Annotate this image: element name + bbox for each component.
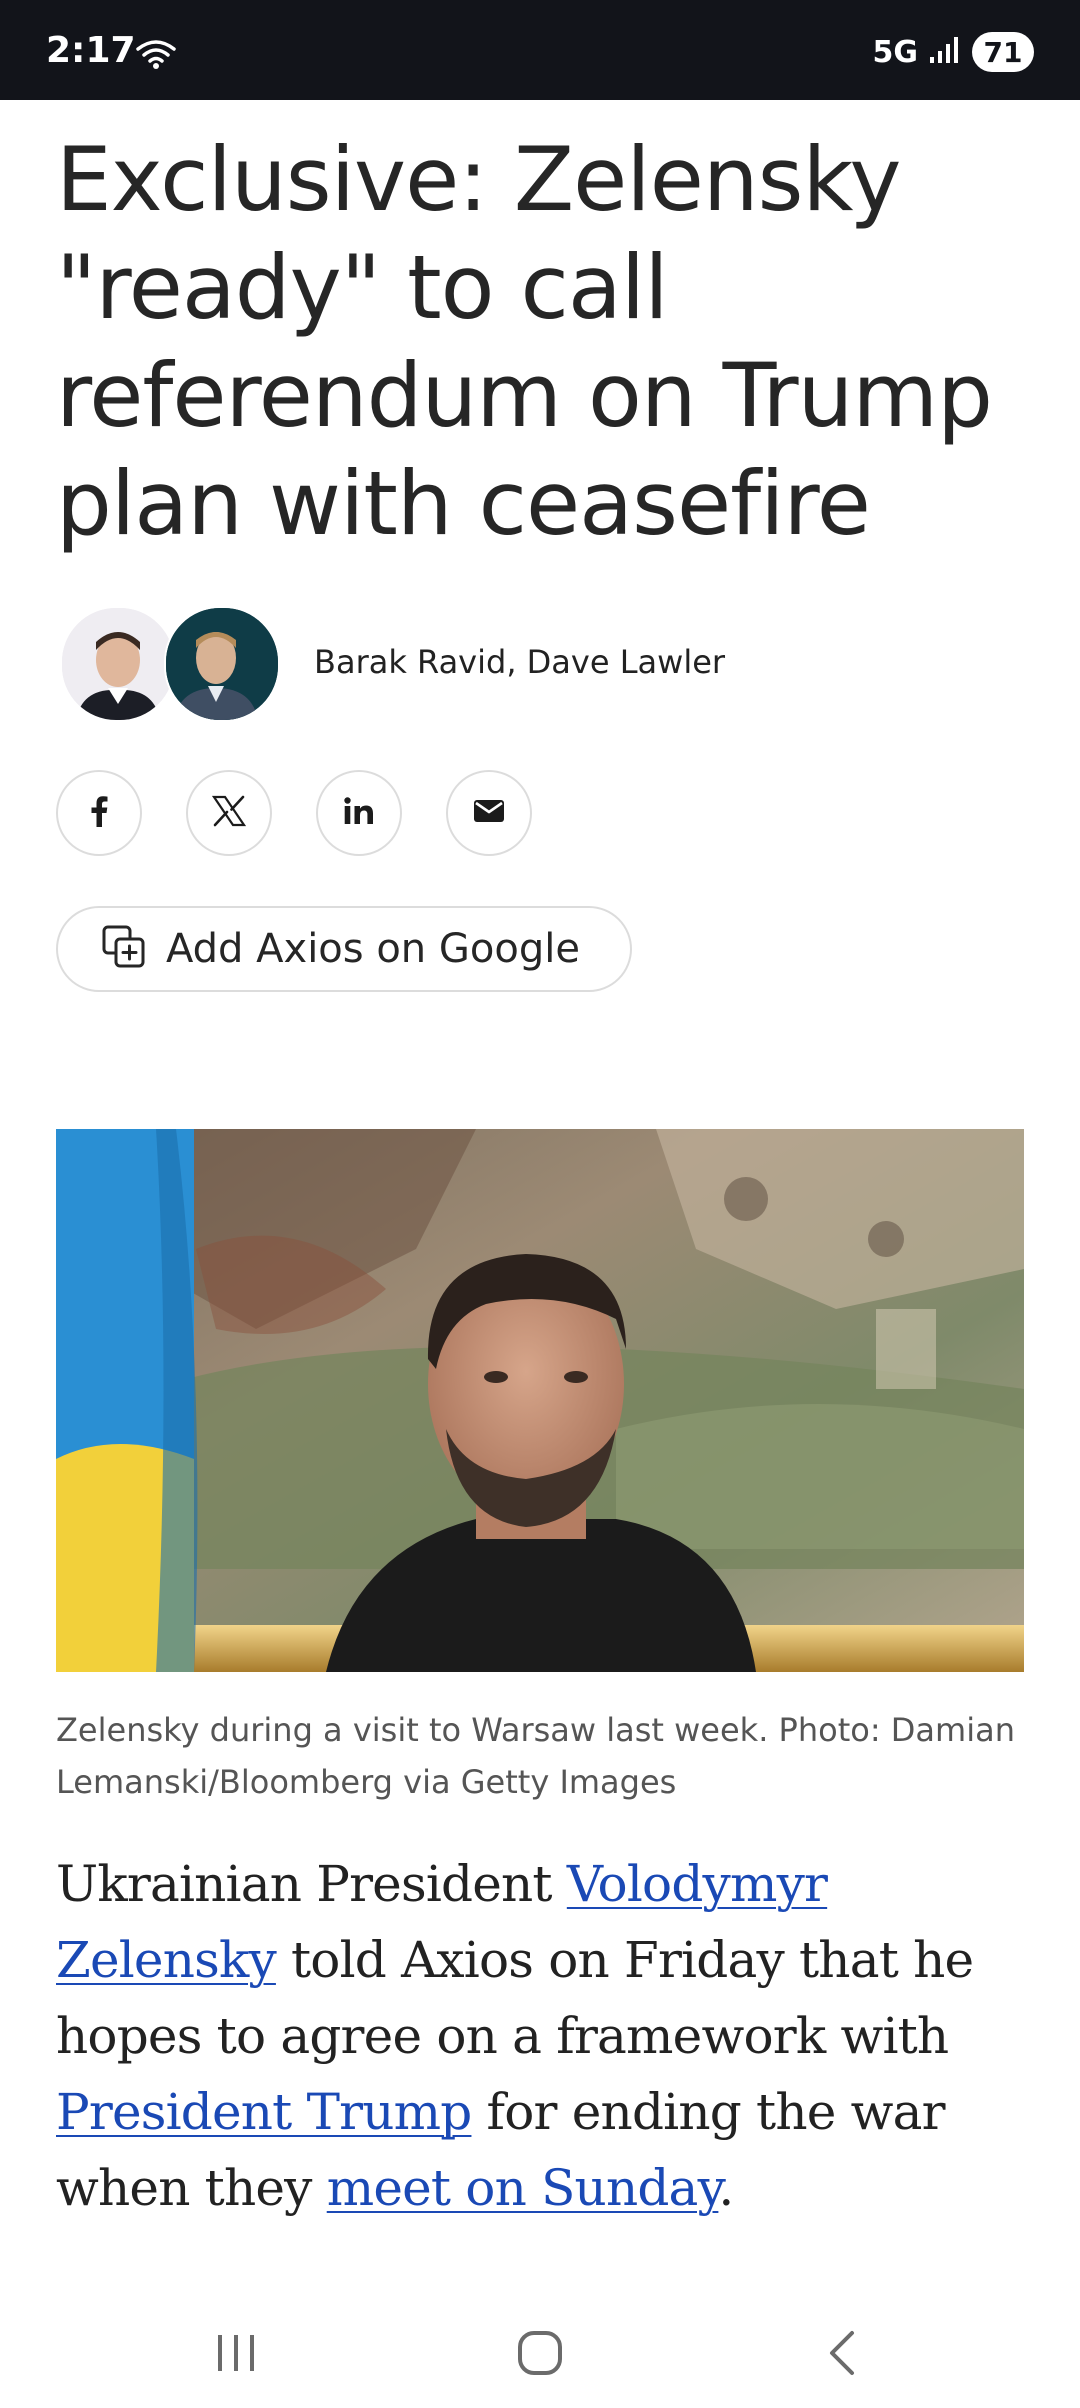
home-button[interactable] [490,2320,590,2390]
image-caption: Zelensky during a visit to Warsaw last w… [56,1711,1015,1801]
status-time: 2:17 [46,30,136,71]
body-text-1: Ukrainian President [56,1855,567,1913]
share-email-button[interactable] [446,770,532,856]
recent-apps-icon [214,2331,258,2380]
article-headline: Exclusive: Zelensky "ready" to call refe… [56,128,993,555]
avatar-barak-ravid[interactable] [60,606,176,722]
share-x-button[interactable] [186,770,272,856]
status-bar: 2:17 5G 71 [0,0,1080,100]
battery-badge: 71 [972,32,1034,72]
share-facebook-button[interactable] [56,770,142,856]
recent-apps-button[interactable] [186,2320,286,2390]
x-icon [211,795,247,832]
status-right: 5G 71 [872,30,1034,74]
body-text-4: . [718,2159,734,2217]
article-authors[interactable]: Barak Ravid, Dave Lawler [314,643,725,681]
share-linkedin-button[interactable] [316,770,402,856]
back-button[interactable] [792,2320,892,2390]
facebook-icon [89,795,109,832]
link-meet-on-sunday[interactable]: meet on Sunday [327,2159,719,2217]
article-body-paragraph: Ukrainian President Volodymyr Zelensky t… [56,1846,1046,2226]
add-axios-on-google-button[interactable]: Add Axios on Google [56,906,632,992]
add-axios-on-google-label: Add Axios on Google [166,926,580,972]
link-president-trump[interactable]: President Trump [56,2083,472,2141]
wifi-icon [136,38,176,75]
email-icon [473,799,505,828]
back-chevron-icon [822,2329,862,2382]
system-navigation-bar [0,2300,1080,2408]
linkedin-icon [344,796,374,830]
add-source-icon [102,925,146,974]
home-icon [516,2329,564,2382]
signal-icon [928,35,962,70]
avatar-dave-lawler[interactable] [164,606,280,722]
author-avatars [60,606,290,722]
article-hero-image[interactable] [56,1129,1024,1672]
network-type: 5G [872,34,919,70]
share-buttons [56,770,532,856]
